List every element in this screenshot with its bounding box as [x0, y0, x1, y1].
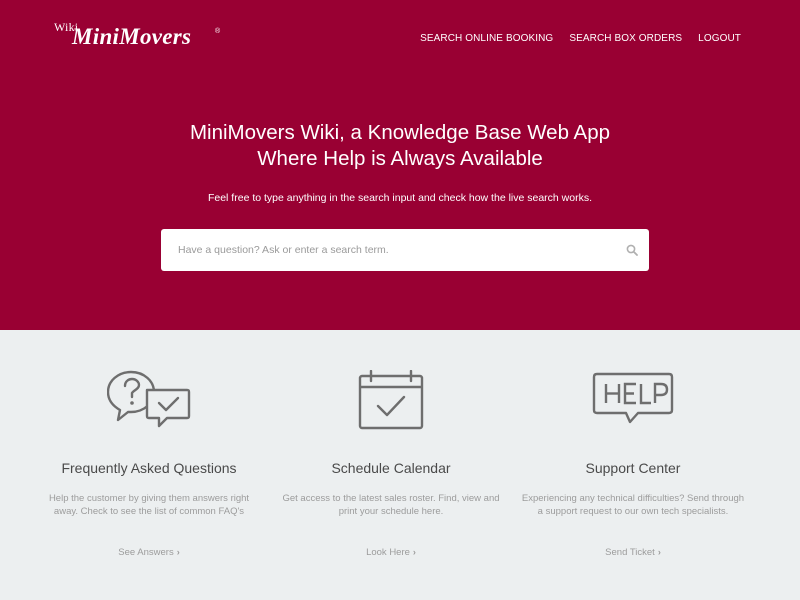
logo-registered-mark: ®: [215, 28, 221, 35]
search-input[interactable]: [161, 229, 625, 271]
nav-search-box-orders[interactable]: SEARCH BOX ORDERS: [569, 33, 682, 44]
hero-subtitle: Feel free to type anything in the search…: [207, 192, 593, 204]
search-icon[interactable]: [625, 243, 639, 257]
feature-description: Help the customer by giving them answers…: [48, 493, 250, 517]
feature-link-label: Send Ticket: [605, 547, 655, 558]
hero-banner: Wiki MiniMovers ® SEARCH ONLINE BOOKING …: [0, 0, 800, 330]
faq-speech-bubbles-icon: [24, 370, 274, 430]
features-section: Frequently Asked Questions Help the cust…: [0, 330, 800, 600]
nav-search-online-booking[interactable]: SEARCH ONLINE BOOKING: [420, 33, 553, 44]
search-box: [161, 229, 649, 271]
feature-link-label: See Answers: [118, 547, 174, 558]
feature-title: Schedule Calendar: [331, 460, 451, 476]
feature-title: Frequently Asked Questions: [61, 460, 237, 476]
help-speech-bubble-icon: [508, 370, 758, 430]
look-here-link[interactable]: Look Here ›: [266, 547, 516, 558]
send-ticket-link[interactable]: Send Ticket ›: [508, 547, 758, 558]
logo-name-text: MiniMovers: [72, 24, 192, 49]
hero-title: MiniMovers Wiki, a Knowledge Base Web Ap…: [0, 120, 800, 172]
brand-logo[interactable]: Wiki MiniMovers ®: [54, 20, 234, 54]
chevron-right-icon: ›: [176, 547, 180, 557]
see-answers-link[interactable]: See Answers ›: [24, 547, 274, 558]
chevron-right-icon: ›: [657, 547, 661, 557]
hero-title-line-1: MiniMovers Wiki, a Knowledge Base Web Ap…: [189, 121, 611, 144]
calendar-check-icon: [266, 370, 516, 430]
feature-description: Experiencing any technical difficulties?…: [521, 493, 745, 517]
top-nav: SEARCH ONLINE BOOKING SEARCH BOX ORDERS …: [420, 33, 741, 44]
feature-title: Support Center: [585, 460, 681, 476]
hero-title-line-2: Where Help is Always Available: [257, 147, 543, 170]
chevron-right-icon: ›: [412, 547, 416, 557]
feature-description: Get access to the latest sales roster. F…: [282, 493, 500, 517]
feature-link-label: Look Here: [366, 547, 410, 558]
nav-logout[interactable]: LOGOUT: [698, 33, 741, 44]
